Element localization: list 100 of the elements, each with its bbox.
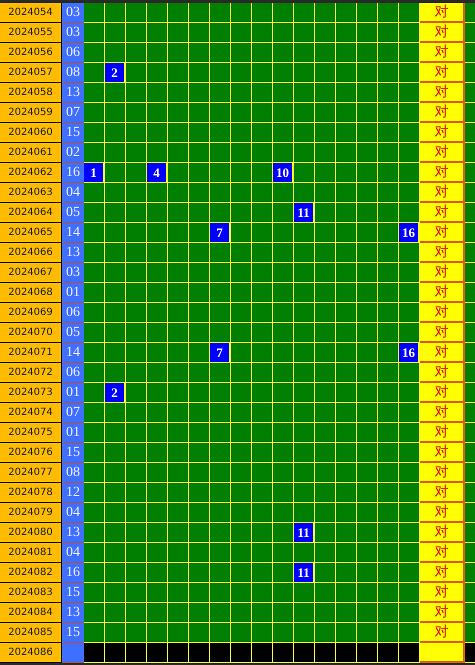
number-cell: 01	[62, 423, 84, 443]
period-cell: 2024074	[0, 403, 62, 423]
result-cell: 对	[420, 523, 465, 543]
hit-number-cell: 11	[294, 523, 315, 543]
result-cell: 对	[420, 83, 465, 103]
result-cell: 对	[420, 383, 465, 403]
number-cell: 16	[62, 163, 84, 183]
number-cell: 08	[62, 463, 84, 483]
number-cell: 13	[62, 603, 84, 623]
number-cell: 13	[62, 243, 84, 263]
result-cell: 对	[420, 603, 465, 623]
period-cell: 2024080	[0, 523, 62, 543]
hit-number-cell: 7	[210, 223, 231, 243]
number-cell: 14	[62, 343, 84, 363]
result-cell: 对	[420, 163, 465, 183]
result-cell: 对	[420, 283, 465, 303]
number-cell: 15	[62, 623, 84, 643]
result-cell: 对	[420, 63, 465, 83]
period-cell: 2024073	[0, 383, 62, 403]
number-cell: 04	[62, 503, 84, 523]
period-cell: 2024063	[0, 183, 62, 203]
number-cell: 01	[62, 383, 84, 403]
period-cell: 2024077	[0, 463, 62, 483]
hit-number-cell: 1	[84, 163, 105, 183]
period-cell: 2024058	[0, 83, 62, 103]
result-cell: 对	[420, 223, 465, 243]
result-cell: 对	[420, 503, 465, 523]
number-cell: 15	[62, 443, 84, 463]
hit-number-cell: 2	[105, 383, 126, 403]
result-cell: 对	[420, 403, 465, 423]
result-cell: 对	[420, 203, 465, 223]
result-cell: 对	[420, 143, 465, 163]
period-cell: 2024056	[0, 43, 62, 63]
number-cell: 07	[62, 403, 84, 423]
result-cell	[420, 643, 465, 663]
period-cell: 2024060	[0, 123, 62, 143]
hit-number-cell: 4	[147, 163, 168, 183]
period-cell: 2024075	[0, 423, 62, 443]
result-cell: 对	[420, 483, 465, 503]
number-cell: 06	[62, 303, 84, 323]
period-cell: 2024085	[0, 623, 62, 643]
result-cell: 对	[420, 543, 465, 563]
number-cell: 13	[62, 83, 84, 103]
number-cell: 15	[62, 583, 84, 603]
number-cell: 03	[62, 3, 84, 23]
number-cell: 03	[62, 23, 84, 43]
result-cell: 对	[420, 23, 465, 43]
hit-number-cell: 11	[294, 563, 315, 583]
result-cell: 对	[420, 463, 465, 483]
period-cell: 2024061	[0, 143, 62, 163]
result-cell: 对	[420, 303, 465, 323]
number-cell: 02	[62, 143, 84, 163]
period-cell: 2024071	[0, 343, 62, 363]
period-cell: 2024057	[0, 63, 62, 83]
period-cell: 2024070	[0, 323, 62, 343]
result-cell: 对	[420, 363, 465, 383]
period-cell: 2024081	[0, 543, 62, 563]
hit-number-cell: 16	[399, 343, 420, 363]
result-cell: 对	[420, 343, 465, 363]
hit-number-cell: 7	[210, 343, 231, 363]
period-cell: 2024064	[0, 203, 62, 223]
period-cell: 2024068	[0, 283, 62, 303]
hit-number-cell: 10	[273, 163, 294, 183]
number-cell: 05	[62, 203, 84, 223]
result-cell: 对	[420, 263, 465, 283]
period-cell: 2024065	[0, 223, 62, 243]
period-cell: 2024054	[0, 3, 62, 23]
period-cell: 2024079	[0, 503, 62, 523]
number-cell: 01	[62, 283, 84, 303]
period-cell: 2024069	[0, 303, 62, 323]
hit-number-cell: 16	[399, 223, 420, 243]
number-cell: 04	[62, 543, 84, 563]
period-cell: 2024078	[0, 483, 62, 503]
number-cell: 03	[62, 263, 84, 283]
result-cell: 对	[420, 183, 465, 203]
period-cell: 2024067	[0, 263, 62, 283]
number-cell: 12	[62, 483, 84, 503]
period-cell: 2024066	[0, 243, 62, 263]
result-cell: 对	[420, 43, 465, 63]
period-cell: 2024083	[0, 583, 62, 603]
period-cell: 2024086	[0, 643, 62, 663]
number-cell: 14	[62, 223, 84, 243]
number-cell: 06	[62, 363, 84, 383]
period-cell: 2024076	[0, 443, 62, 463]
result-cell: 对	[420, 443, 465, 463]
result-cell: 对	[420, 623, 465, 643]
result-cell: 对	[420, 123, 465, 143]
period-cell: 2024082	[0, 563, 62, 583]
result-cell: 对	[420, 243, 465, 263]
number-cell	[62, 643, 84, 663]
period-cell: 2024072	[0, 363, 62, 383]
result-cell: 对	[420, 563, 465, 583]
number-cell: 08	[62, 63, 84, 83]
period-cell: 2024059	[0, 103, 62, 123]
number-cell: 06	[62, 43, 84, 63]
period-cell: 2024055	[0, 23, 62, 43]
number-cell: 05	[62, 323, 84, 343]
number-cell: 07	[62, 103, 84, 123]
result-cell: 对	[420, 423, 465, 443]
result-cell: 对	[420, 323, 465, 343]
